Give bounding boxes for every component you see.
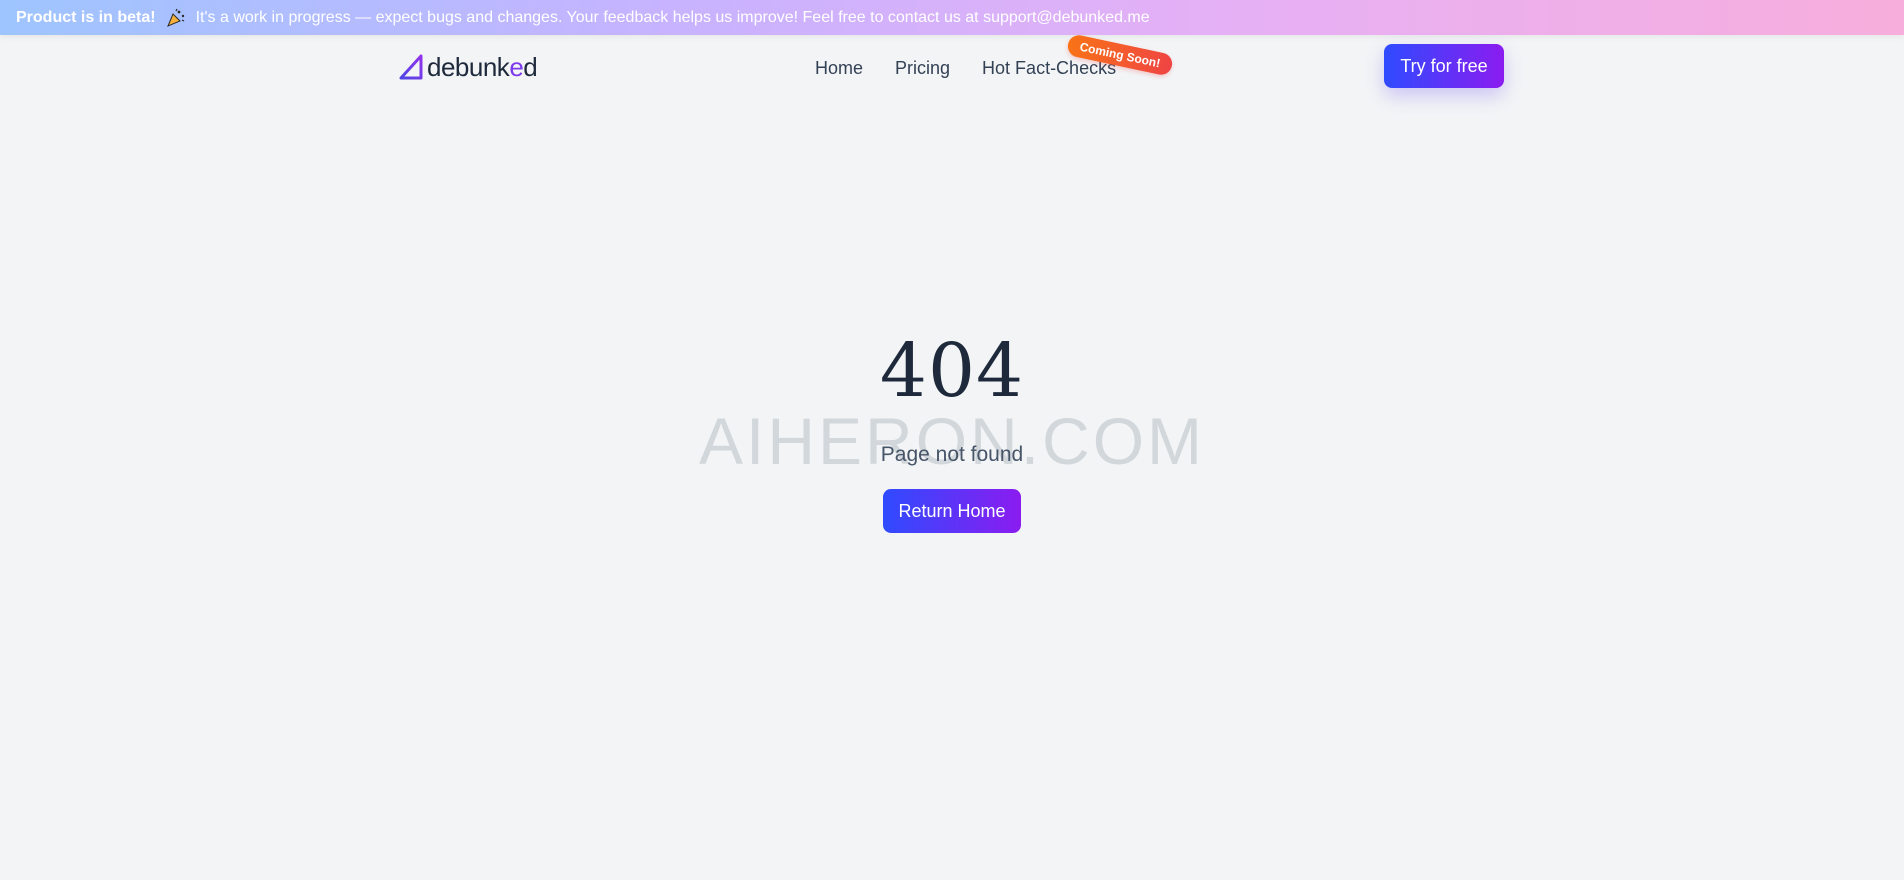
main-nav: Home Pricing Hot Fact-Checks Coming Soon… <box>815 32 1175 83</box>
not-found-section: 404 AIHERON.COM Page not found Return Ho… <box>0 320 1904 533</box>
nav-hot-fact-checks[interactable]: Hot Fact-Checks Coming Soon! <box>982 32 1175 79</box>
try-for-free-button[interactable]: Try for free <box>1384 44 1504 88</box>
return-home-button[interactable]: Return Home <box>883 489 1021 533</box>
beta-label: Product is in beta! <box>16 8 156 26</box>
party-popper-icon <box>165 7 187 29</box>
error-code: 404 <box>879 328 1025 414</box>
beta-banner: Product is in beta! It's a work in progr… <box>0 0 1904 35</box>
logo-text-prefix: debunk <box>427 51 510 82</box>
logo-text-suffix: d <box>523 51 538 82</box>
nav-home[interactable]: Home <box>815 58 863 79</box>
logo-text: debunked <box>427 51 538 83</box>
logo-icon <box>399 54 423 80</box>
page-not-found-text: Page not found <box>880 443 1024 466</box>
site-header: debunked Home Pricing Hot Fact-Checks Co… <box>0 32 1904 97</box>
logo[interactable]: debunked <box>399 51 538 83</box>
logo-text-accent: e <box>509 51 524 82</box>
nav-pricing[interactable]: Pricing <box>895 58 950 79</box>
beta-message: It's a work in progress — expect bugs an… <box>195 8 1150 26</box>
